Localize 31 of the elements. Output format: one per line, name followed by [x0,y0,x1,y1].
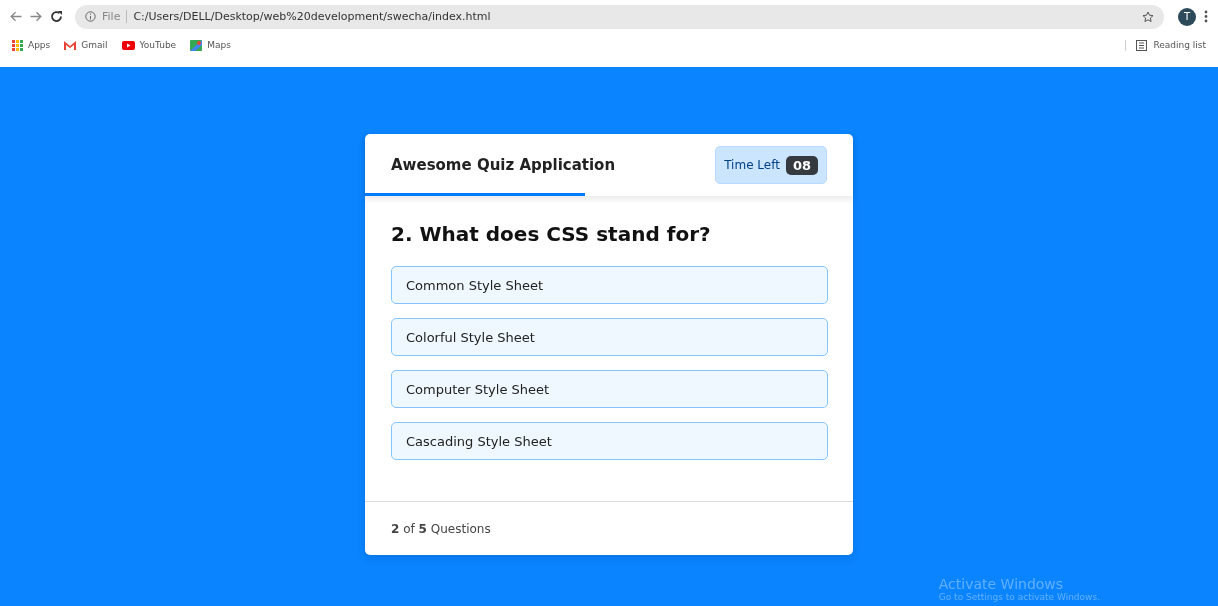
list-icon[interactable] [1136,39,1148,51]
bookmark-link[interactable]: Apps [28,40,51,50]
info-icon [85,11,96,22]
mail-icon [64,40,77,50]
back-icon[interactable] [10,11,22,22]
answer-option[interactable]: Computer Style Sheet [391,370,828,408]
map-icon [190,39,203,51]
play-icon [121,40,135,50]
bookmark-link[interactable]: Maps [207,40,231,50]
reading-list-link[interactable]: Reading list [1153,40,1206,50]
answer-option[interactable]: Common Style Sheet [391,266,828,304]
activation-text: Go to Settings to activate Windows. [938,592,1100,602]
file-label: File [102,10,128,23]
star-icon[interactable] [1142,10,1154,23]
question-counter: 2 of 5 Questions [391,521,491,536]
answer-option[interactable]: Cascading Style Sheet [391,422,828,460]
timer-label: Time Left [724,158,780,172]
activation-title: Activate Windows [938,576,1065,592]
quiz-title: Awesome Quiz Application [391,156,616,174]
url-text: C:/Users/DELL/Desktop/web%20development/swecha/index.html [133,10,491,23]
bookmark-link[interactable]: Gmail [81,40,108,50]
question-text: 2. What does CSS stand for? [391,222,712,246]
reload-icon[interactable] [50,10,63,23]
address-bar[interactable]: File C:/Users/DELL/Desktop/web%20development/swecha/index.html [75,4,1164,29]
apps-grid-icon [12,39,23,51]
timer-value: 08 [785,155,818,175]
answer-option[interactable]: Colorful Style Sheet [391,318,828,356]
menu-icon[interactable] [1204,10,1208,23]
bookmark-link[interactable]: YouTube [139,40,177,50]
forward-icon[interactable] [30,11,42,22]
profile-avatar[interactable]: T [1178,7,1196,26]
